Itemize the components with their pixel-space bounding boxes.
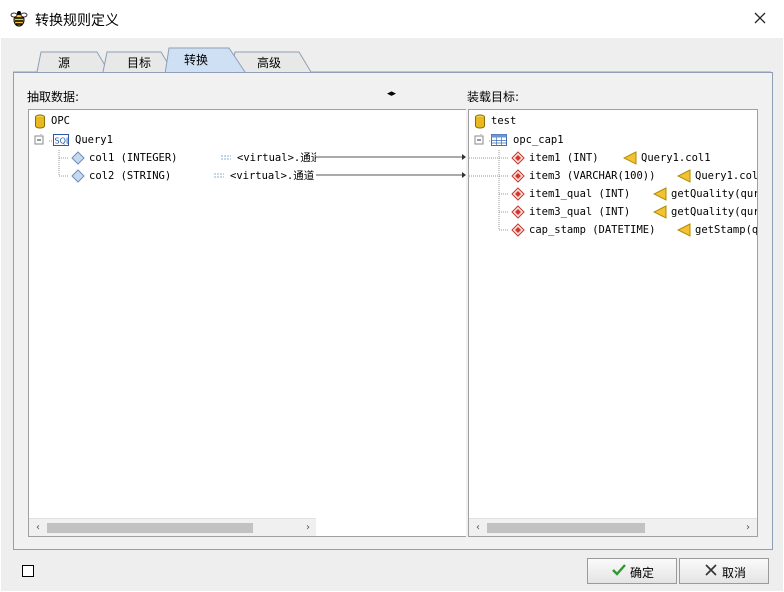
source-column-label: col2 (STRING) [89, 170, 172, 182]
source-column-mapping: <virtual>.通道 1.设备 [237, 152, 318, 164]
target-hscrollbar[interactable]: ‹ › [469, 518, 757, 536]
target-column-mapping: Query1.col1 [641, 152, 711, 164]
diamond-column-icon [71, 169, 85, 183]
scroll-left-icon[interactable]: ‹ [32, 522, 44, 534]
source-header: 抽取数据: [27, 90, 80, 104]
tree-node-label: OPC [51, 115, 70, 127]
target-column-label: item1_qual (INT) [529, 188, 631, 200]
mapping-lines [316, 154, 466, 178]
tab-transform-label[interactable]: 转换 [184, 51, 208, 68]
tab-strip [13, 47, 771, 74]
tab-advanced-label[interactable]: 高级 [257, 54, 281, 71]
mapping-area [316, 109, 466, 537]
scroll-thumb[interactable] [487, 523, 645, 533]
mapping-arrow-icon [221, 155, 231, 160]
tree-node-label: Query1 [75, 134, 113, 146]
ok-button-label: 确定 [630, 566, 655, 580]
sql-query-icon: SQL [53, 134, 70, 146]
scroll-right-icon[interactable]: › [742, 522, 754, 534]
ok-button[interactable]: 确定 [587, 558, 677, 584]
mapping-arrow-icon [214, 173, 224, 178]
scroll-right-icon[interactable]: › [302, 522, 314, 534]
collapse-toggle[interactable]: ◂▸ [387, 89, 396, 99]
tab-source[interactable] [36, 51, 110, 73]
window-title: 转换规则定义 [35, 13, 119, 29]
mapping-arrow-icon [677, 223, 691, 237]
diamond-column-icon [71, 151, 85, 165]
tab-target-label[interactable]: 目标 [127, 54, 151, 71]
bee-icon [10, 11, 28, 27]
target-column-mapping: getQuality(qur_hand [671, 188, 758, 200]
title-bar: 转换规则定义 [0, 0, 784, 38]
transform-panel: 抽取数据: ◂▸ 装载目标: OPC SQL Query1 col1 (INTE… [13, 72, 773, 550]
source-column-mapping: <virtual>.通道 2.设备 [230, 170, 317, 182]
target-column-label: item3 (VARCHAR(100)) [529, 170, 656, 182]
database-icon [475, 114, 485, 129]
target-column-mapping: Query1.col2 [695, 170, 758, 182]
dialog-client: 源 目标 转换 高级 抽取数据: ◂▸ 装载目标: OPC SQL Query1… [1, 38, 783, 591]
red-diamond-column-icon [511, 187, 525, 201]
tree-node-label: test [491, 115, 517, 127]
cancel-button-label: 取消 [722, 566, 747, 580]
scroll-left-icon[interactable]: ‹ [472, 522, 484, 534]
red-diamond-column-icon [511, 205, 525, 219]
target-column-mapping: getStamp(qur_han [695, 224, 758, 236]
target-column-label: item1 (INT) [529, 152, 599, 164]
target-column-label: item3_qual (INT) [529, 206, 631, 218]
checkmark-icon [612, 564, 626, 576]
source-tree[interactable]: OPC SQL Query1 col1 (INTEGER) <virtual>.… [28, 109, 318, 537]
source-column-label: col1 (INTEGER) [89, 152, 178, 164]
target-header: 装载目标: [467, 90, 520, 104]
red-diamond-column-icon [511, 223, 525, 237]
database-icon [35, 114, 45, 129]
red-diamond-column-icon [511, 169, 525, 183]
tree-node-label: opc_cap1 [513, 134, 564, 146]
mapping-arrow-icon [653, 187, 667, 201]
table-icon [491, 134, 507, 146]
red-diamond-column-icon [511, 151, 525, 165]
close-icon[interactable] [748, 8, 772, 30]
x-icon [705, 564, 717, 576]
source-hscrollbar[interactable]: ‹ › [29, 518, 317, 536]
scroll-thumb[interactable] [47, 523, 253, 533]
target-tree[interactable]: test opc_cap1 item1 (INT) Query1.col1 it… [468, 109, 758, 537]
cancel-button[interactable]: 取消 [679, 558, 769, 584]
target-column-label: cap_stamp (DATETIME) [529, 224, 656, 236]
svg-text:SQL: SQL [55, 137, 70, 146]
target-column-mapping: getQuality(qur_hand [671, 206, 758, 218]
mapping-arrow-icon [653, 205, 667, 219]
mapping-arrow-icon [623, 151, 637, 165]
mapping-arrow-icon [677, 169, 691, 183]
option-checkbox[interactable] [22, 565, 34, 577]
tab-source-label[interactable]: 源 [58, 54, 70, 71]
